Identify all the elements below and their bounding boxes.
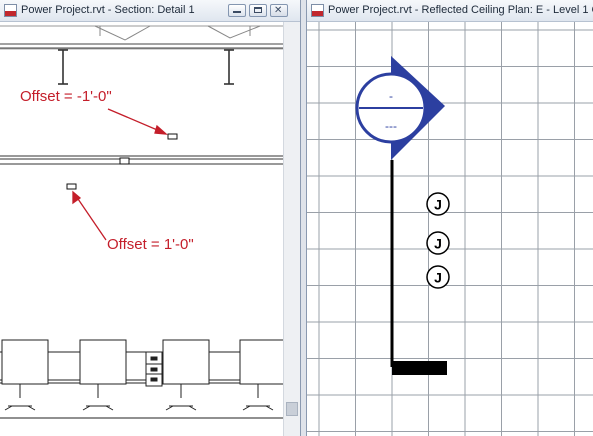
electrical-panel-symbol[interactable]: - --- (355, 56, 445, 160)
steel-hanger (224, 49, 234, 85)
section-view-window[interactable]: Power Project.rvt - Section: Detail 1 ✕ (0, 0, 301, 436)
vertical-scrollbar[interactable] (283, 22, 300, 436)
minimize-button[interactable] (228, 4, 246, 17)
ceiling-grid (307, 22, 593, 436)
junction-box-label: J (434, 270, 442, 286)
junction-box-label: J (434, 197, 442, 213)
junction-box-upper[interactable] (167, 133, 178, 140)
ceiling-plan-titlebar[interactable]: Power Project.rvt - Reflected Ceiling Pl… (307, 0, 593, 22)
junction-box-lower[interactable] (66, 183, 77, 190)
section-view-title: Power Project.rvt - Section: Detail 1 (21, 4, 195, 16)
section-view-titlebar[interactable]: Power Project.rvt - Section: Detail 1 ✕ (0, 0, 300, 22)
maximize-icon (254, 7, 262, 13)
rvt-file-icon (311, 4, 324, 17)
ceiling-plan-window[interactable]: Power Project.rvt - Reflected Ceiling Pl… (306, 0, 593, 436)
panel-tag-bottom-text: --- (385, 119, 397, 133)
offset-annotation-top: Offset = -1'-0" (20, 88, 112, 105)
junction-box-1[interactable]: J (426, 192, 450, 216)
ceiling-lines (0, 155, 284, 165)
panel-tag-top-text: - (389, 89, 393, 103)
section-drawing-canvas[interactable] (0, 22, 284, 436)
leader-arrows (72, 108, 168, 241)
steel-hanger (58, 49, 68, 85)
ceiling-plan-title: Power Project.rvt - Reflected Ceiling Pl… (328, 4, 593, 16)
minimize-icon (233, 11, 241, 13)
close-button[interactable]: ✕ (270, 4, 288, 17)
junction-box-label: J (434, 236, 442, 252)
panel-body[interactable] (392, 361, 447, 375)
offset-annotation-bottom: Offset = 1'-0" (107, 236, 194, 253)
office-furniture (0, 339, 284, 419)
junction-box-2[interactable]: J (426, 231, 450, 255)
junction-box-3[interactable]: J (426, 265, 450, 289)
close-icon: ✕ (274, 5, 283, 16)
beam-lines (0, 25, 284, 50)
maximize-button[interactable] (249, 4, 267, 17)
ceiling-plan-canvas[interactable]: - --- J J J (307, 22, 593, 436)
scrollbar-thumb[interactable] (286, 402, 298, 416)
rvt-file-icon (4, 4, 17, 17)
junction-box-ceiling[interactable] (119, 157, 130, 165)
